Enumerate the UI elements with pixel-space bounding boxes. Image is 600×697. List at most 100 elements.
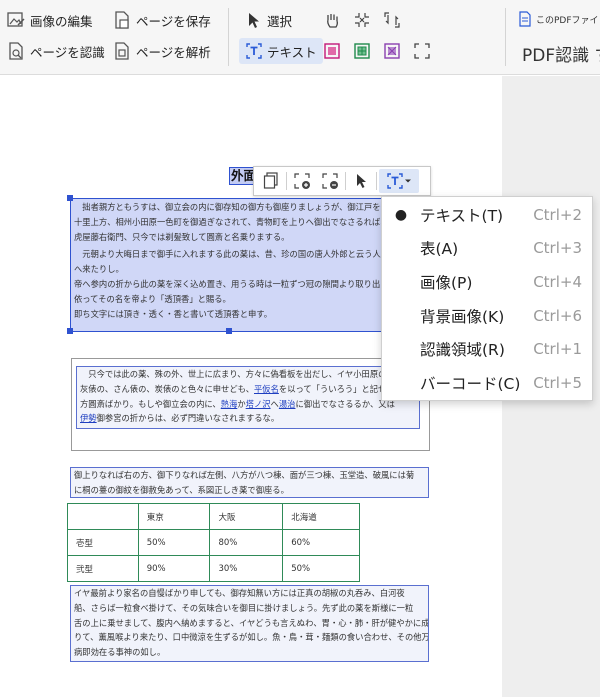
text-span: へ — [270, 398, 279, 409]
text-line: へ来たりし。 — [74, 264, 124, 275]
region-mini-toolbar — [253, 166, 431, 196]
ribbon-toolbar: 画像の編集 ページを保存 ページを認識 ページを解析 選択 テキスト このPDF… — [0, 0, 600, 75]
ribbon-separator — [228, 8, 229, 66]
text-line: 只今では此の薬、殊の外、世上に広まり、方々に偽看板を出だし、イヤ小田原の、 — [80, 369, 395, 379]
hand-tool-icon[interactable] — [320, 8, 344, 32]
table-row: 壱型 50% 80% 60% — [67, 529, 360, 556]
text-line: 帝へ参内の折から此の薬を深く込め置き、用うる時は一粒ずつ冠の隙間より取り出す。 — [74, 278, 387, 289]
text-line: 即ち文字には頂き・透く・香と書いて透頂香と申す。 — [74, 308, 273, 319]
link-text[interactable]: 湯治 — [279, 399, 296, 409]
recognize-page-label: ページを認識 — [30, 44, 105, 60]
pdf-file-button[interactable]: このPDFファイ — [518, 11, 599, 27]
resize-handle[interactable] — [67, 195, 73, 201]
text-line: 御上りなれば右の方、御下りなれば左側、八方が八つ棟、面が三つ棟、玉堂造、破風には… — [74, 470, 415, 480]
link-text[interactable]: 伊勢 — [80, 413, 97, 423]
text-line: 病即効在る事神の如し。 — [74, 647, 166, 658]
link-text[interactable]: 平仮名 — [254, 384, 279, 394]
table-cell: 90% — [137, 555, 211, 582]
pointer-icon — [249, 13, 259, 28]
table-cell — [67, 503, 139, 530]
ribbon-separator — [505, 8, 506, 66]
table-cell: 北海道 — [282, 503, 360, 530]
pdf-file-label: このPDFファイ — [536, 15, 599, 26]
table-cell: 80% — [209, 529, 284, 556]
table-cell: 50% — [137, 529, 211, 556]
resize-handle[interactable] — [226, 328, 232, 334]
menu-item-image[interactable]: 画像(P) Ctrl+4 — [382, 265, 592, 299]
recognition-area-icon[interactable] — [410, 39, 434, 63]
document-icon — [519, 11, 531, 27]
text-line: に桐の薹の御紋を御赦免あって、系図正しき薬で御座る。 — [74, 484, 289, 495]
text-region-selected[interactable]: 拙者親方ともうすは、御立会の内に御存知の御方も御座りましょうが、御江戸を発って二… — [70, 198, 388, 332]
select-label: 選択 — [267, 13, 293, 29]
table-header-row: 東京 大阪 北海道 — [67, 503, 360, 530]
table-row: 弐型 90% 30% 50% — [67, 555, 360, 582]
text-line: 拙者親方ともうすは、御立会の内に御存知の御方も御座りましょうが、御江戸を発って二 — [74, 202, 387, 212]
background-image-region-icon[interactable] — [380, 39, 404, 63]
table-cell: 50% — [282, 555, 360, 582]
menu-item-shortcut: Ctrl+3 — [533, 239, 582, 258]
text-line: 舌の上に乗せまして、腹内へ納めますると、イヤどうも言えぬわ、胃・心・肺・肝が健や… — [74, 617, 428, 628]
table-cell: 30% — [209, 555, 284, 582]
menu-item-label: バーコード(C) — [420, 374, 521, 393]
text-span: 方圓斎ばかり。もしや御立会の内に、 — [80, 398, 221, 409]
menu-item-text[interactable]: ● テキスト(T) Ctrl+2 — [382, 198, 592, 232]
text-span: 御参宮の折からは、必ず門違いなされまするな。 — [96, 413, 280, 424]
text-line: イヤ最前より家名の自慢ばかり申しても、御存知無い方には正真の胡椒の丸呑み、白河夜 — [74, 588, 405, 598]
table-cell: 60% — [282, 529, 360, 556]
swap-icon[interactable] — [380, 8, 404, 32]
menu-item-background-image[interactable]: 背景画像(K) Ctrl+6 — [382, 299, 592, 333]
edit-image-label: 画像の編集 — [30, 13, 93, 29]
shrink-icon[interactable] — [350, 8, 374, 32]
analyze-page-button[interactable]: ページを解析 — [112, 39, 211, 63]
menu-item-shortcut: Ctrl+6 — [533, 306, 582, 325]
copy-icon[interactable] — [258, 169, 284, 193]
add-region-icon[interactable] — [289, 169, 315, 193]
save-page-button[interactable]: ページを保存 — [112, 8, 211, 32]
table-cell: 大阪 — [209, 503, 284, 530]
toolbar-separator — [286, 172, 287, 190]
menu-item-label: 背景画像(K) — [420, 307, 505, 326]
data-table[interactable]: 東京 大阪 北海道 壱型 50% 80% 60% 弐型 90% 30% 50% — [67, 503, 360, 582]
menu-item-label: 認識領域(R) — [420, 341, 505, 360]
remove-region-icon[interactable] — [317, 169, 343, 193]
selected-bullet-icon: ● — [394, 206, 408, 223]
pdf-recognition-button[interactable]: PDF認識 す — [522, 41, 600, 66]
text-span: 灰俵の、さん俵の、炭俵のと色々に申せども、 — [80, 383, 254, 394]
text-line: 方圓斎ばかり。もしや御立会の内に、熱海か塔ノ沢へ湯治に御出でなさるるか、又は — [77, 397, 419, 412]
table-region-icon[interactable] — [350, 39, 374, 63]
edit-image-button[interactable]: 画像の編集 — [6, 8, 93, 32]
save-page-label: ページを保存 — [136, 13, 211, 29]
menu-item-label: 画像(P) — [420, 273, 473, 292]
text-line: 虎屋藤右衛門、只今では剃髪致して圓斎と名乗りまする。 — [74, 231, 290, 242]
text-line: 灰俵の、さん俵の、炭俵のと色々に申せども、平仮名を以って「ういろう」と記せしは親 — [77, 382, 419, 397]
text-tool-button[interactable]: テキスト — [239, 38, 323, 64]
link-text[interactable]: 熱海 — [221, 399, 238, 409]
text-line: りて、薫風喉より来たり、口中微涼を生ずるが如し。魚・鳥・茸・麺類の食い合わせ、そ… — [74, 632, 428, 643]
text-region-icon — [246, 43, 262, 59]
text-region[interactable]: イヤ最前より家名の自慢ばかり申しても、御存知無い方には正真の胡椒の丸呑み、白河夜… — [70, 585, 429, 662]
menu-item-recognition-area[interactable]: 認識領域(R) Ctrl+1 — [382, 332, 592, 366]
menu-item-shortcut: Ctrl+2 — [533, 205, 582, 224]
text-line: 伊勢御参宮の折からは、必ず門違いなされまするな。 — [77, 411, 419, 426]
menu-item-shortcut: Ctrl+5 — [533, 373, 582, 392]
region-type-menu: ● テキスト(T) Ctrl+2 表(A) Ctrl+3 画像(P) Ctrl+… — [381, 196, 593, 401]
text-region[interactable]: 只今では此の薬、殊の外、世上に広まり、方々に偽看板を出だし、イヤ小田原の、 灰俵… — [76, 366, 420, 429]
image-region-icon[interactable] — [320, 39, 344, 63]
select-button[interactable]: 選択 — [245, 8, 292, 32]
text-line: 十里上方、相州小田原一色町を御過ぎなされて、青物町を上りへ御出でなさるれば、欄干… — [74, 216, 387, 227]
text-region[interactable]: 御上りなれば右の方、御下りなれば左側、八方が八つ棟、面が三つ棟、玉堂造、破風には… — [70, 467, 429, 498]
heading-region[interactable]: 外面 — [229, 167, 255, 185]
resize-handle[interactable] — [67, 328, 73, 334]
region-type-dropdown[interactable] — [379, 169, 419, 193]
text-line: 依ってその名を帝より「透頂香」と賜る。 — [74, 293, 231, 304]
menu-item-shortcut: Ctrl+1 — [533, 340, 582, 359]
table-cell: 弐型 — [67, 555, 139, 582]
recognize-page-button[interactable]: ページを認識 — [6, 39, 105, 63]
menu-item-barcode[interactable]: バーコード(C) Ctrl+5 — [382, 366, 592, 400]
link-text[interactable]: 塔ノ沢 — [246, 399, 271, 409]
menu-item-table[interactable]: 表(A) Ctrl+3 — [382, 232, 592, 266]
table-cell: 壱型 — [67, 529, 139, 556]
pointer-icon[interactable] — [348, 169, 374, 193]
text-line: 元朝より大晦日まで御手に入れまする此の薬は、昔、珍の国の唐人外郎と云う人、我が朝 — [74, 249, 387, 260]
